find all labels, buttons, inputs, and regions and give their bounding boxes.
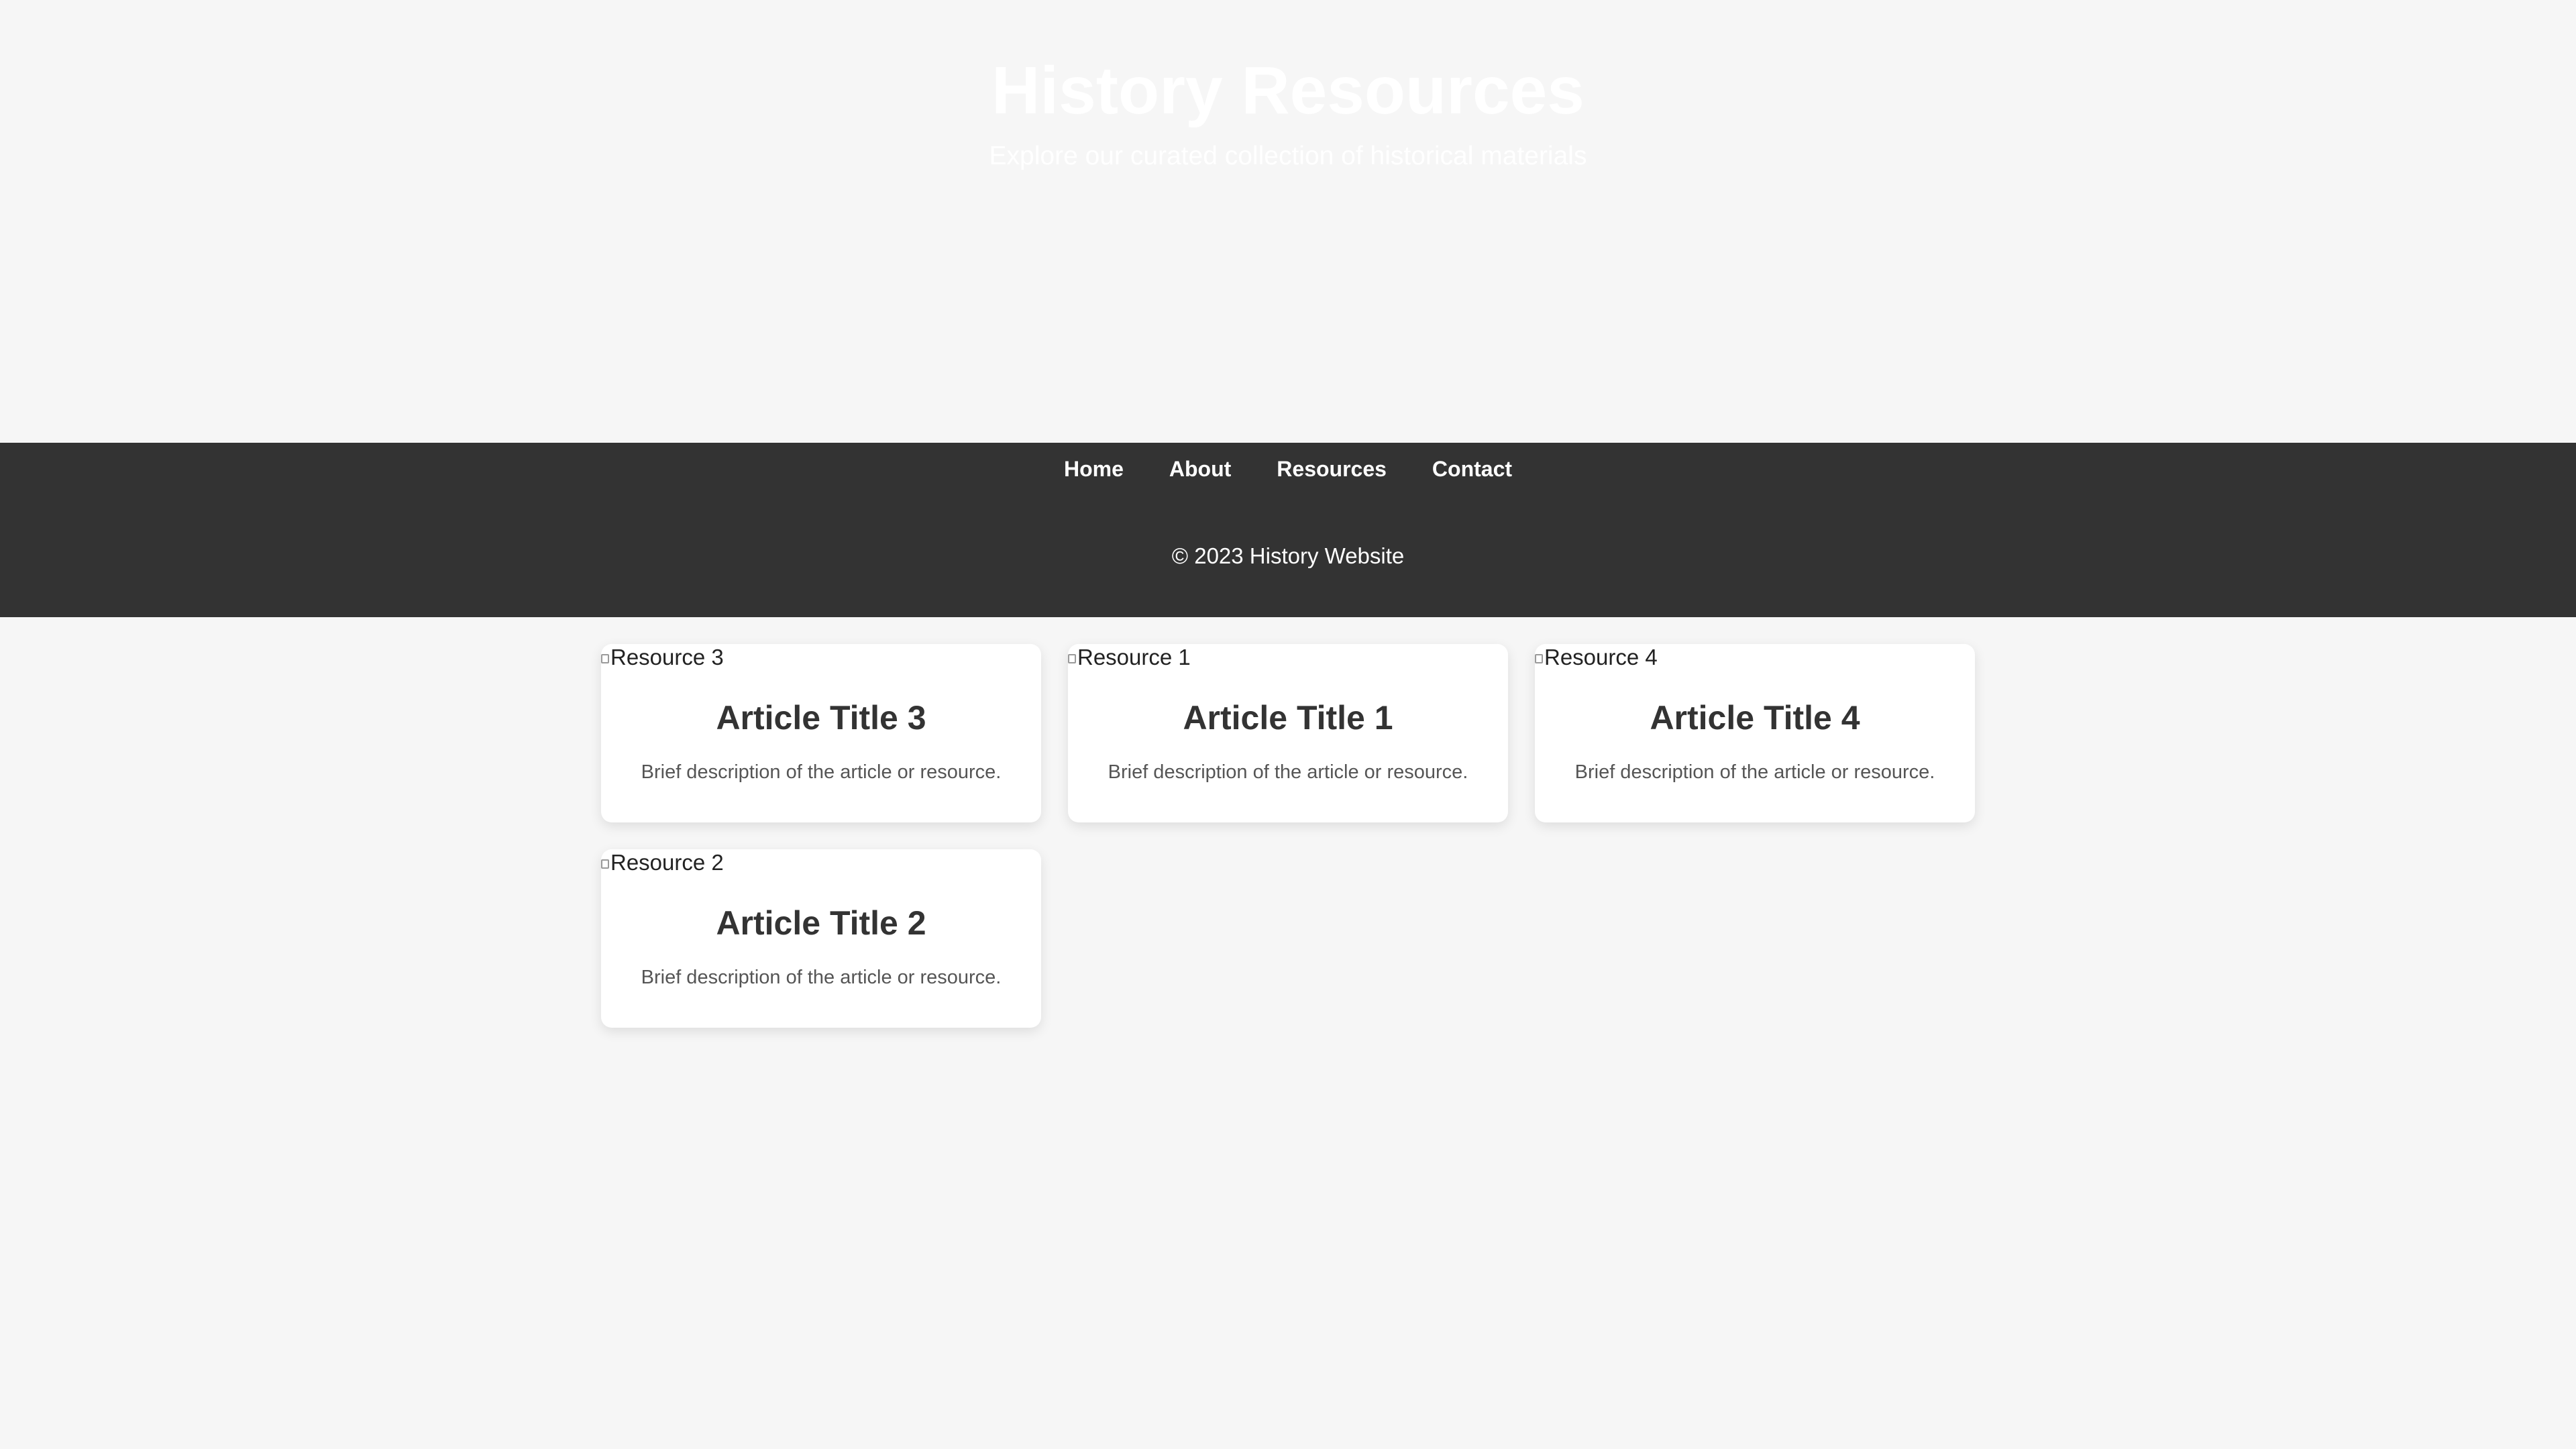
page-subtitle: Explore our curated collection of histor… — [989, 142, 1587, 170]
resource-image-alt-text: Resource 4 — [1544, 645, 1658, 669]
hero-header: History Resources Explore our curated co… — [0, 0, 2576, 443]
article-title: Article Title 3 — [716, 699, 926, 737]
resource-image-alt-text: Resource 2 — [610, 850, 724, 875]
article-description: Brief description of the article or reso… — [1108, 761, 1468, 783]
broken-image-icon — [601, 654, 609, 663]
article-title: Article Title 4 — [1650, 699, 1860, 737]
broken-image-icon — [1068, 654, 1076, 663]
resource-image: Resource 3 — [601, 644, 724, 671]
article-title: Article Title 2 — [716, 904, 926, 942]
nav-link-contact[interactable]: Contact — [1432, 455, 1512, 482]
resource-image: Resource 4 — [1535, 644, 1658, 671]
resource-image-alt-text: Resource 3 — [610, 645, 724, 669]
article-description: Brief description of the article or reso… — [641, 761, 1002, 783]
broken-image-icon — [601, 859, 609, 869]
resource-card-grid: Resource 3 Article Title 3 Brief descrip… — [601, 644, 1975, 1028]
resource-image-alt-text: Resource 1 — [1077, 645, 1191, 669]
navigation-footer-band: Home About Resources Contact © 2023 Hist… — [0, 443, 2576, 617]
nav-link-home[interactable]: Home — [1064, 455, 1124, 482]
resource-card-3[interactable]: Resource 3 Article Title 3 Brief descrip… — [601, 644, 1041, 822]
broken-image-icon — [1535, 654, 1543, 663]
main-navigation: Home About Resources Contact — [0, 443, 2576, 495]
article-description: Brief description of the article or reso… — [641, 967, 1002, 988]
resource-card-1[interactable]: Resource 1 Article Title 1 Brief descrip… — [1068, 644, 1508, 822]
resource-image: Resource 1 — [1068, 644, 1191, 671]
nav-link-resources[interactable]: Resources — [1277, 455, 1387, 482]
nav-link-about[interactable]: About — [1169, 455, 1231, 482]
resource-image: Resource 2 — [601, 849, 724, 876]
article-title: Article Title 1 — [1183, 699, 1393, 737]
article-description: Brief description of the article or reso… — [1574, 761, 1935, 783]
page-title: History Resources — [991, 53, 1585, 128]
resource-card-4[interactable]: Resource 4 Article Title 4 Brief descrip… — [1535, 644, 1975, 822]
copyright-text: © 2023 History Website — [1171, 543, 1405, 568]
resource-card-2[interactable]: Resource 2 Article Title 2 Brief descrip… — [601, 849, 1041, 1028]
